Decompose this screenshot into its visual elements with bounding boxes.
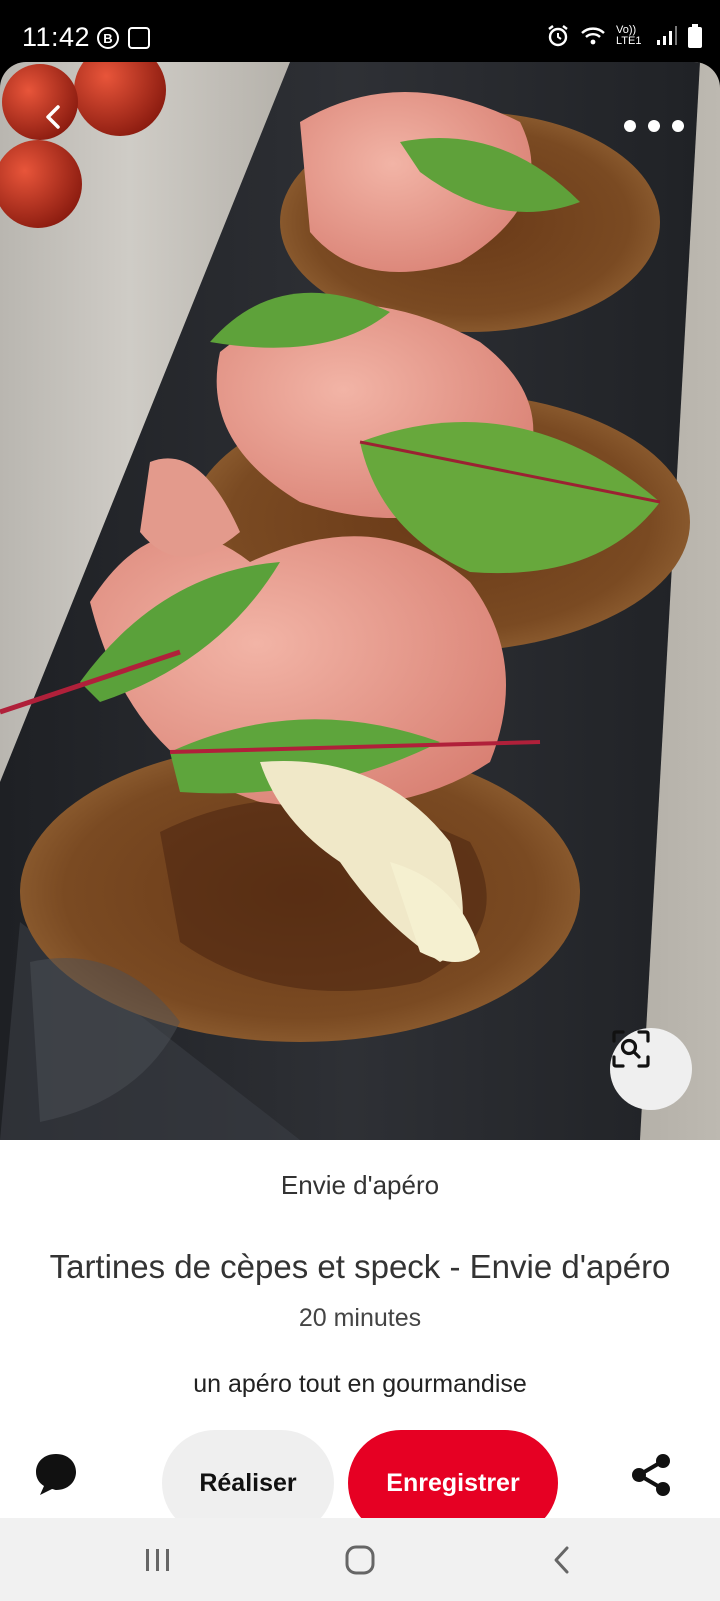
more-dot-icon — [648, 120, 660, 132]
more-options-button[interactable] — [624, 108, 684, 144]
chevron-left-icon — [46, 105, 60, 129]
pin-duration: 20 minutes — [298, 1304, 422, 1332]
share-button[interactable] — [628, 1452, 678, 1502]
system-nav-bar — [0, 1518, 720, 1601]
more-dot-icon — [624, 120, 636, 132]
signal-icon — [657, 26, 677, 45]
more-dot-icon — [672, 120, 684, 132]
system-back-icon — [554, 1546, 569, 1574]
status-icons: Vo)) LTE1 — [546, 24, 702, 48]
share-icon — [632, 1454, 670, 1496]
notification-app-icon — [128, 27, 150, 49]
pin-description: un apéro tout en gourmandise — [193, 1370, 527, 1398]
pin-details: Envie d'apéro Tartines de cèpes et speck… — [0, 1140, 720, 1536]
alarm-icon — [548, 25, 568, 47]
battery-icon — [688, 24, 702, 48]
home-icon — [345, 1545, 375, 1575]
comment-icon — [36, 1454, 76, 1495]
recent-apps-button[interactable] — [138, 1540, 178, 1580]
pin-title: Tartines de cèpes et speck - Envie d'apé… — [49, 1248, 671, 1285]
back-button[interactable] — [42, 104, 90, 152]
network-label: Vo)) LTE1 — [616, 24, 642, 47]
pin-image[interactable] — [0, 62, 720, 1140]
notification-b-icon: B — [97, 27, 119, 49]
comment-button[interactable] — [32, 1450, 84, 1502]
status-time: 11:42 — [22, 22, 91, 52]
pin-source[interactable]: Envie d'apéro — [0, 1170, 720, 1201]
wifi-icon — [581, 27, 605, 45]
home-button[interactable] — [340, 1540, 380, 1580]
food-photo — [0, 62, 700, 1140]
status-bar: 11:42 B Vo)) LTE1 — [0, 0, 720, 62]
system-back-button[interactable] — [542, 1540, 582, 1580]
recent-apps-icon — [146, 1549, 169, 1571]
lens-search-icon — [612, 1030, 650, 1068]
visual-search-button[interactable] — [610, 1028, 692, 1110]
